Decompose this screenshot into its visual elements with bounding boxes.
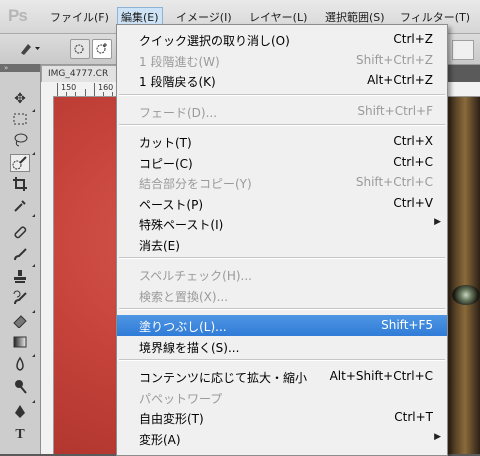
menu-item[interactable]: コピー(C) Ctrl+C <box>117 152 447 173</box>
menu-separator <box>119 308 445 310</box>
menu-select[interactable]: 選択範囲(S) <box>325 9 385 25</box>
menu-item-label: コピー(C) <box>139 156 193 171</box>
tool-group-indicator <box>32 310 35 313</box>
tool-group-indicator <box>32 354 35 357</box>
panel-collapse-icon[interactable]: » <box>0 64 40 72</box>
crop-icon[interactable] <box>10 176 30 194</box>
menu-item: 1 段階進む(W) Shift+Ctrl+Z <box>117 50 447 71</box>
menu-file[interactable]: ファイル(F) <box>50 9 109 25</box>
menu-item: 結合部分をコピー(Y) Shift+Ctrl+C <box>117 172 447 193</box>
menu-item: フェード(D)... Shift+Ctrl+F <box>117 101 447 122</box>
menu-item-shortcut: Ctrl+Z <box>393 32 433 46</box>
ruler-label: 150 <box>61 83 77 92</box>
gradient-icon[interactable] <box>10 334 30 352</box>
menu-item: パペットワープ <box>117 387 447 408</box>
menu-item-shortcut: Alt+Ctrl+Z <box>367 73 433 87</box>
healing-icon[interactable] <box>10 224 30 242</box>
menu-item[interactable]: 境界線を描く(S)... <box>117 336 447 357</box>
menu-item-shortcut: Ctrl+T <box>394 410 433 424</box>
menu-item-shortcut: Shift+Ctrl+Z <box>356 52 433 67</box>
menu-item-shortcut: Ctrl+X <box>393 134 433 148</box>
menu-item-label: 境界線を描く(S)... <box>139 340 240 355</box>
tools-panel: » ✥ T <box>0 64 41 454</box>
move-icon[interactable]: ✥ <box>10 90 30 108</box>
menu-item-label: 結合部分をコピー(Y) <box>139 177 252 191</box>
menu-item[interactable]: クイック選択の取り消し(O) Ctrl+Z <box>117 29 447 50</box>
menu-item[interactable]: 消去(E) <box>117 234 447 255</box>
tool-group-indicator <box>32 152 35 155</box>
tool-group-indicator <box>32 400 35 403</box>
menu-item[interactable]: コンテンツに応じて拡大・縮小 Alt+Shift+Ctrl+C <box>117 366 447 387</box>
type-icon[interactable]: T <box>10 426 30 444</box>
menu-item-label: 消去(E) <box>139 238 180 253</box>
brush-size-field[interactable] <box>452 40 474 60</box>
menu-item-label: コンテンツに応じて拡大・縮小 <box>139 371 308 385</box>
menu-item-label: 変形(A) <box>139 432 181 447</box>
pen-icon[interactable] <box>10 404 30 422</box>
menu-item-label: 1 段階戻る(K) <box>139 75 216 89</box>
edit-menu-dropdown: クイック選択の取り消し(O) Ctrl+Z 1 段階進む(W) Shift+Ctrl+… <box>116 24 448 456</box>
submenu-arrow-icon: ▶ <box>434 217 441 227</box>
menu-item-label: 1 段階進む(W) <box>139 54 220 69</box>
menu-item[interactable]: 変形(A) ▶ <box>117 428 447 449</box>
app-logo: Ps <box>8 6 28 25</box>
cat-eye <box>452 285 480 305</box>
menu-image[interactable]: イメージ(I) <box>176 9 232 25</box>
stamp-icon[interactable] <box>10 268 30 286</box>
menu-item-shortcut: Ctrl+C <box>393 154 433 169</box>
menu-item-label: カット(T) <box>139 136 192 150</box>
menu-item[interactable]: 特殊ペースト(I) ▶ <box>117 213 447 234</box>
menu-item[interactable]: 1 段階戻る(K) Alt+Ctrl+Z <box>117 70 447 91</box>
menu-separator <box>119 93 445 96</box>
lasso-icon[interactable] <box>10 132 30 150</box>
tool-preset-icon[interactable] <box>18 39 40 57</box>
menu-layer[interactable]: レイヤー(L) <box>249 9 307 25</box>
eraser-icon[interactable] <box>10 312 30 330</box>
menu-item-shortcut: Shift+Ctrl+F <box>357 103 433 118</box>
menu-separator <box>119 124 445 126</box>
eyedropper-icon[interactable] <box>10 198 30 216</box>
history-brush-icon[interactable] <box>10 290 30 308</box>
menu-item-label: パペットワープ <box>139 391 223 406</box>
menu-filter[interactable]: フィルター(T) <box>400 9 470 25</box>
menu-separator <box>119 257 445 259</box>
quick-select-icon[interactable] <box>10 154 30 172</box>
menu-item[interactable]: ペースト(P) Ctrl+V <box>117 193 447 214</box>
menu-item: スペルチェック(H)... <box>117 264 447 285</box>
add-selection-icon[interactable] <box>92 39 112 59</box>
tool-group-indicator <box>32 214 35 217</box>
menu-item[interactable]: 自由変形(T) Ctrl+T <box>117 407 447 428</box>
menu-item-label: クイック選択の取り消し(O) <box>139 34 290 48</box>
marquee-icon[interactable] <box>10 111 30 129</box>
dodge-icon[interactable] <box>10 378 30 396</box>
menu-item-label: スペルチェック(H)... <box>139 269 252 283</box>
new-selection-icon[interactable] <box>70 39 90 59</box>
menu-item: 検索と置換(X)... <box>117 285 447 306</box>
menu-item-label: 特殊ペースト(I) <box>139 218 224 232</box>
menu-item-shortcut: Shift+Ctrl+C <box>355 175 433 189</box>
menu-item-shortcut: Shift+F5 <box>381 318 433 332</box>
menu-item-label: 塗りつぶし(L)... <box>139 320 227 334</box>
brush-icon[interactable] <box>10 246 30 264</box>
submenu-arrow-icon: ▶ <box>434 431 441 442</box>
ruler-label: 160 <box>98 83 114 92</box>
menu-item-label: 自由変形(T) <box>139 412 204 426</box>
menu-item-label: ペースト(P) <box>139 197 203 212</box>
menu-item-shortcut: Ctrl+V <box>393 195 433 210</box>
blur-icon[interactable] <box>10 356 30 374</box>
menu-item[interactable]: カット(T) Ctrl+X <box>117 131 447 152</box>
menu-item-label: 検索と置換(X)... <box>139 289 229 304</box>
tool-group-indicator <box>32 264 35 267</box>
tool-group-indicator <box>32 109 35 112</box>
menu-item[interactable]: 塗りつぶし(L)... Shift+F5 <box>117 315 447 336</box>
menu-item-shortcut: Alt+Shift+Ctrl+C <box>329 369 433 383</box>
menu-item-label: フェード(D)... <box>139 105 218 120</box>
menu-separator <box>119 359 445 361</box>
ruler-vertical <box>41 96 54 454</box>
